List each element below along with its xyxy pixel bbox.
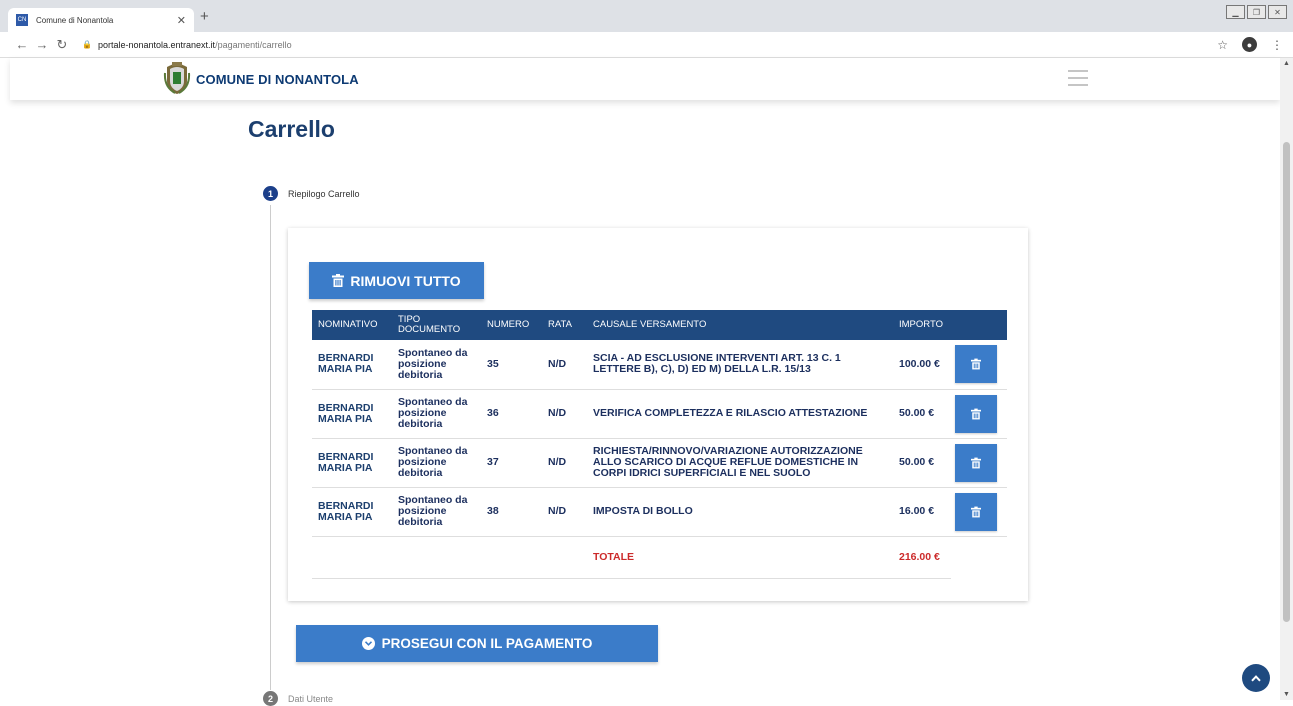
restore-icon[interactable]: ❐: [1247, 5, 1266, 19]
trash-icon: [971, 358, 981, 370]
account-icon[interactable]: ●: [1242, 37, 1257, 52]
page-title: Carrello: [248, 116, 335, 142]
cell-tipo-documento: Spontaneo da posizione debitoria: [392, 389, 481, 439]
delete-row-button[interactable]: [955, 443, 997, 482]
url-host: portale-nonantola.entranext.it: [97, 39, 216, 50]
address-bar: ← → ↻ 🔒 portale-nonantola.entranext.it/p…: [0, 32, 1293, 58]
remove-all-label: RIMUOVI TUTTO: [350, 272, 461, 289]
cell-nominativo: BERNARDI MARIA PIA: [312, 438, 392, 488]
cell-rata: N/D: [542, 340, 587, 390]
hamburger-menu-icon[interactable]: [1068, 70, 1088, 86]
trash-icon: [971, 408, 981, 419]
cart-table: NOMINATIVO TIPO DOCUMENTO NUMERO RATA CA…: [312, 310, 1007, 579]
delete-row-button[interactable]: [955, 394, 997, 433]
window-controls: ▁ ❐ ✕: [1226, 5, 1287, 19]
total-value: 216.00 €: [893, 536, 951, 579]
step-number-badge: 1: [263, 186, 278, 201]
delete-row-button[interactable]: [955, 345, 997, 384]
cell-rata: N/D: [542, 487, 587, 537]
cell-nominativo: BERNARDI MARIA PIA: [312, 340, 392, 390]
cell-nominativo: BERNARDI MARIA PIA: [312, 487, 392, 537]
close-tab-icon[interactable]: ✕: [177, 14, 186, 27]
scroll-down-arrow-icon[interactable]: ▼: [1283, 691, 1290, 698]
column-header-nominativo: NOMINATIVO: [312, 310, 392, 340]
url-path: /pagamenti/carrello: [215, 39, 292, 50]
column-header-importo: IMPORTO: [893, 310, 951, 340]
cell-numero: 37: [481, 438, 542, 488]
total-label: TOTALE: [587, 536, 893, 579]
table-row: BERNARDI MARIA PIA Spontaneo da posizion…: [312, 340, 1007, 390]
cell-importo: 50.00 €: [893, 438, 951, 488]
cell-tipo-documento: Spontaneo da posizione debitoria: [392, 487, 481, 537]
step-riepilogo: 1 Riepilogo Carrello: [263, 186, 360, 201]
browser-menu-icon[interactable]: ⋮: [1271, 38, 1283, 52]
cell-numero: 35: [481, 340, 542, 390]
chevron-up-icon: [1251, 674, 1261, 681]
cell-importo: 100.00 €: [893, 340, 951, 390]
trash-icon: [971, 457, 981, 468]
cell-action: [951, 340, 1007, 390]
cell-tipo-documento: Spontaneo da posizione debitoria: [392, 438, 481, 488]
column-header-numero: NUMERO: [481, 310, 542, 340]
remove-all-button[interactable]: RIMUOVI TUTTO: [309, 262, 484, 299]
site-header: COMUNE DI NONANTOLA: [10, 58, 1280, 100]
new-tab-button[interactable]: +: [200, 8, 209, 25]
step-label: Riepilogo Carrello: [288, 188, 360, 199]
browser-tab[interactable]: CN Comune di Nonantola ✕: [8, 8, 194, 32]
tab-title: Comune di Nonantola: [36, 15, 114, 25]
cell-action: [951, 487, 1007, 537]
cell-importo: 16.00 €: [893, 487, 951, 537]
cell-causale: VERIFICA COMPLETEZZA E RILASCIO ATTESTAZ…: [587, 389, 893, 439]
cell-causale: RICHIESTA/RINNOVO/VARIAZIONE AUTORIZZAZI…: [587, 438, 893, 488]
browser-tab-bar: CN Comune di Nonantola ✕ + ▁ ❐ ✕: [0, 0, 1293, 32]
favicon-icon: CN: [16, 14, 28, 26]
trash-icon: [332, 274, 345, 287]
cart-card: RIMUOVI TUTTO NOMINATIVO TIPO DOCUMENTO …: [288, 228, 1028, 601]
lock-icon: 🔒: [82, 40, 92, 49]
reload-icon[interactable]: ↻: [52, 37, 72, 53]
cell-action: [951, 438, 1007, 488]
proceed-label: PROSEGUI CON IL PAGAMENTO: [381, 636, 593, 651]
site-name[interactable]: COMUNE DI NONANTOLA: [196, 72, 359, 87]
cell-importo: 50.00 €: [893, 389, 951, 439]
table-row: BERNARDI MARIA PIA Spontaneo da posizion…: [312, 487, 1007, 537]
column-header-action: [951, 310, 1007, 340]
forward-arrow-icon[interactable]: →: [32, 37, 52, 52]
cell-numero: 36: [481, 389, 542, 439]
step-dati-utente: 2 Dati Utente: [263, 691, 333, 706]
stepper-line: [270, 205, 271, 690]
column-header-tipo-documento: TIPO DOCUMENTO: [392, 310, 481, 340]
back-to-top-button[interactable]: [1242, 664, 1270, 692]
scroll-thumb[interactable]: [1283, 142, 1290, 622]
url-field[interactable]: 🔒 portale-nonantola.entranext.it/pagamen…: [82, 40, 292, 50]
cell-causale: IMPOSTA DI BOLLO: [587, 487, 893, 537]
scroll-up-arrow-icon[interactable]: ▲: [1283, 60, 1290, 67]
cell-rata: N/D: [542, 389, 587, 439]
chevron-down-circle-icon: [361, 637, 375, 650]
table-row: BERNARDI MARIA PIA Spontaneo da posizion…: [312, 438, 1007, 488]
cell-action: [951, 389, 1007, 439]
column-header-causale: CAUSALE VERSAMENTO: [587, 310, 893, 340]
delete-row-button[interactable]: [955, 492, 997, 531]
column-header-rata: RATA: [542, 310, 587, 340]
scrollbar[interactable]: ▲ ▼: [1280, 58, 1293, 700]
table-header-row: NOMINATIVO TIPO DOCUMENTO NUMERO RATA CA…: [312, 310, 1007, 340]
step-number-badge: 2: [263, 691, 278, 706]
cell-causale: SCIA - AD ESCLUSIONE INTERVENTI ART. 13 …: [587, 340, 893, 390]
step-label: Dati Utente: [288, 693, 334, 704]
close-window-icon[interactable]: ✕: [1268, 5, 1287, 19]
minimize-icon[interactable]: ▁: [1226, 5, 1245, 19]
table-row: BERNARDI MARIA PIA Spontaneo da posizion…: [312, 389, 1007, 439]
total-row: TOTALE 216.00 €: [312, 536, 1007, 579]
cell-rata: N/D: [542, 438, 587, 488]
cell-nominativo: BERNARDI MARIA PIA: [312, 389, 392, 439]
cell-numero: 38: [481, 487, 542, 537]
back-arrow-icon[interactable]: ←: [12, 37, 32, 52]
proceed-to-payment-button[interactable]: PROSEGUI CON IL PAGAMENTO: [296, 625, 658, 662]
municipality-crest-icon[interactable]: [163, 61, 191, 95]
bookmark-star-icon[interactable]: ☆: [1217, 38, 1228, 52]
cell-tipo-documento: Spontaneo da posizione debitoria: [392, 340, 481, 390]
trash-icon: [971, 506, 981, 517]
